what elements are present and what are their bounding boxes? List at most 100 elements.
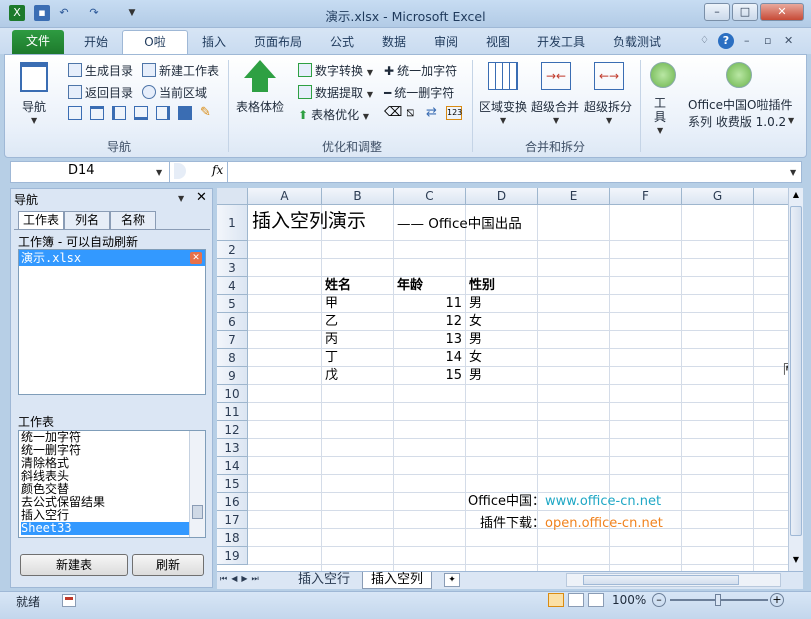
zoom-slider-thumb[interactable] [715, 594, 721, 606]
border-icon[interactable] [68, 106, 82, 120]
new-sheet-button[interactable]: 新建表 [20, 554, 128, 576]
page-layout-view-icon[interactable] [568, 593, 584, 607]
table-check-button[interactable]: 表格体检 [236, 98, 284, 115]
tab-ola[interactable]: O啦 [122, 30, 188, 55]
border-right-icon[interactable] [156, 106, 170, 120]
row-header[interactable]: 6 [217, 313, 248, 331]
current-region-button[interactable]: 当前区域 [142, 84, 207, 101]
worksheet-grid[interactable]: A B C D E F G 1 2 3 4 5 6 7 8 9 10 11 12 13 14 15 16 17 18 19 插入空列… [217, 188, 788, 571]
row-header[interactable]: 15 [217, 475, 248, 493]
cell-age[interactable]: 15 [394, 367, 462, 385]
zoom-in-icon[interactable]: + [770, 593, 784, 607]
cell-age[interactable]: 11 [394, 295, 462, 313]
column-header[interactable]: G [682, 188, 754, 205]
cell-name[interactable]: 乙 [325, 313, 393, 331]
new-sheet-ribbon-button[interactable]: 新建工作表 [142, 62, 219, 79]
cell-name[interactable]: 戊 [325, 367, 393, 385]
horizontal-scrollbar[interactable] [566, 573, 781, 587]
pane-menu-icon[interactable]: ▼ [178, 194, 184, 203]
sheet-subtitle[interactable]: —— Office中国出品 [397, 205, 567, 241]
column-header[interactable]: F [610, 188, 682, 205]
column-header[interactable]: E [538, 188, 610, 205]
generate-toc-button[interactable]: 生成目录 [68, 62, 133, 79]
tab-sheets[interactable]: 工作表 [18, 211, 64, 229]
cell-name[interactable]: 丙 [325, 331, 393, 349]
row-header[interactable]: 10 [217, 385, 248, 403]
maximize-button[interactable]: □ [732, 3, 758, 21]
zoom-level[interactable]: 100% [612, 593, 646, 607]
sheet-list-scrollbar[interactable] [189, 431, 205, 537]
row-header[interactable]: 3 [217, 259, 248, 277]
table-optimize-button[interactable]: ⬆ 表格优化 ▼ [298, 106, 369, 123]
vertical-scrollbar[interactable]: ▲ ▼ [788, 188, 803, 571]
column-header[interactable]: A [248, 188, 322, 205]
expand-formula-icon[interactable]: ▼ [790, 168, 796, 177]
row-header[interactable]: 8 [217, 349, 248, 367]
row-header[interactable]: 4 [217, 277, 248, 295]
cell-gender[interactable]: 男 [469, 295, 537, 313]
add-char-button[interactable]: ✚ 统一加字符 [384, 62, 457, 79]
macro-record-icon[interactable] [62, 594, 76, 607]
eraser-icon[interactable]: ⌫ [384, 106, 402, 120]
tab-insert[interactable]: 插入 [196, 33, 232, 53]
border-bottom-icon[interactable] [134, 106, 148, 120]
function-icon[interactable]: fx [212, 163, 223, 177]
number-icon[interactable]: 123 [446, 106, 462, 120]
remove-char-button[interactable]: ━ 统一删字符 [384, 84, 454, 101]
nav-button[interactable]: 导航 [22, 98, 46, 115]
data-extract-button[interactable]: 数据提取 ▼ [298, 84, 373, 101]
row-header[interactable]: 12 [217, 421, 248, 439]
diagonal-icon[interactable]: ⧅ [406, 106, 414, 120]
pane-close-icon[interactable]: ✕ [196, 190, 207, 205]
column-label[interactable]: 年龄 [397, 277, 467, 295]
site-link[interactable]: www.office-cn.net [545, 493, 665, 511]
tab-data[interactable]: 数据 [376, 33, 412, 53]
super-split-button[interactable]: 超级拆分 [584, 98, 632, 115]
sheet-tab-insert-row[interactable]: 插入空行 [290, 572, 358, 589]
plugin-line2[interactable]: 系列 收费版 1.0.2 [688, 113, 786, 130]
tab-columns[interactable]: 列名 [64, 211, 110, 229]
column-header[interactable] [754, 188, 788, 205]
border-left-icon[interactable] [112, 106, 126, 120]
refresh-button[interactable]: 刷新 [132, 554, 204, 576]
select-all-corner[interactable] [217, 188, 248, 205]
row-header[interactable]: 9 [217, 367, 248, 385]
scroll-thumb[interactable] [192, 505, 203, 519]
row-header[interactable]: 13 [217, 439, 248, 457]
minimize-workbook-icon[interactable]: – [744, 34, 750, 47]
column-header[interactable]: D [466, 188, 538, 205]
cell-gender[interactable]: 女 [469, 313, 537, 331]
tab-page-layout[interactable]: 页面布局 [248, 33, 308, 53]
border-top-icon[interactable] [90, 106, 104, 120]
name-box[interactable]: D14 [10, 161, 170, 183]
tab-view[interactable]: 视图 [480, 33, 516, 53]
tab-names[interactable]: 名称 [110, 211, 156, 229]
sheet-title[interactable]: 插入空列演示 [252, 205, 397, 241]
close-workbook-icon[interactable]: ✕ [784, 34, 793, 47]
hscroll-thumb[interactable] [583, 575, 739, 585]
cell-gender[interactable]: 男 [469, 367, 537, 385]
row-header[interactable]: 16 [217, 493, 248, 511]
page-break-view-icon[interactable] [588, 593, 604, 607]
column-header[interactable]: B [322, 188, 394, 205]
pencil-icon[interactable]: ✎ [200, 106, 214, 120]
cell-name[interactable]: 丁 [325, 349, 393, 367]
site-label[interactable]: Office中国： [417, 493, 545, 511]
sheet-tab-insert-col[interactable]: 插入空列 [362, 572, 432, 589]
collapse-ribbon-icon[interactable]: ♢ [700, 35, 709, 46]
cell-age[interactable]: 14 [394, 349, 462, 367]
sheet-list-item[interactable]: Sheet33 [21, 522, 205, 535]
cell-gender[interactable]: 女 [469, 349, 537, 367]
return-toc-button[interactable]: 返回目录 [68, 84, 133, 101]
row-header[interactable]: 11 [217, 403, 248, 421]
cell-name[interactable]: 甲 [325, 295, 393, 313]
row-header[interactable]: 5 [217, 295, 248, 313]
region-transform-button[interactable]: 区域变换 [479, 98, 527, 115]
column-label[interactable]: 姓名 [325, 277, 395, 295]
sheet-nav-icons[interactable]: ⏮◀▶⏭ [220, 574, 263, 584]
plugin-line1[interactable]: Office中国O啦插件 [688, 96, 792, 113]
expand-icon[interactable] [174, 163, 186, 179]
row-header[interactable]: 7 [217, 331, 248, 349]
tab-formulas[interactable]: 公式 [324, 33, 360, 53]
tools-button[interactable]: 工具 [654, 96, 668, 124]
